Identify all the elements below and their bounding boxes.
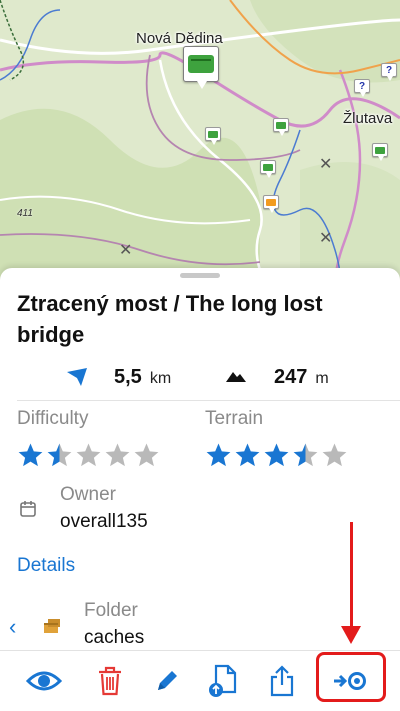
navigation-arrow-icon [67,368,87,386]
star-icon [18,443,43,467]
annotation-arrow [350,522,353,632]
cache-marker[interactable] [205,127,221,145]
road-number-label: 411 [17,208,33,219]
cache-marker[interactable] [263,195,279,213]
terrain-label: Terrain [205,408,264,429]
share-button[interactable] [262,661,302,701]
star-icon [76,443,101,467]
mystery-cache-marker[interactable]: ? [354,79,370,97]
distance-stat: 5,5 km [114,366,171,389]
cache-title: Ztracený most / The long lost bridge [17,291,323,347]
map-town-label: Nová Dědina [136,30,223,47]
calendar-icon [20,501,36,517]
annotation-arrow-head [341,626,361,644]
owner-label: Owner [60,484,116,505]
difficulty-stars [17,442,160,469]
folder-value: caches [84,627,145,648]
details-link[interactable]: Details [17,555,75,577]
star-icon [293,443,318,467]
star-icon [47,443,72,467]
unavailable-cache-marker[interactable]: ✕ [319,154,332,174]
owner-value: overall135 [60,511,148,532]
star-icon [235,443,260,467]
cache-marker[interactable] [273,118,289,136]
map-view[interactable]: Nová Dědina Žlutava 411 ✕ ✕ ✕ ? ? [0,0,400,290]
distance-value: 5,5 [114,366,142,388]
cache-marker[interactable] [260,160,276,178]
annotation-highlight-box [316,652,386,702]
folder-label: Folder [84,600,138,621]
delete-button[interactable] [90,661,130,701]
star-icon [105,443,130,467]
folder-boxes-icon [44,619,60,633]
chevron-left-icon[interactable]: ‹ [9,614,16,640]
mountain-icon [226,372,246,382]
unavailable-cache-marker[interactable]: ✕ [319,228,332,248]
terrain-stars [205,442,348,469]
unavailable-cache-marker[interactable]: ✕ [119,240,132,260]
sheet-grabber[interactable] [180,273,220,278]
star-icon [206,443,231,467]
star-icon [322,443,347,467]
export-button[interactable] [203,661,243,701]
cache-detail-sheet: Ztracený most / The long lost bridge 5,5… [0,268,400,711]
divider [17,400,400,401]
elevation-stat: 247 m [274,366,329,389]
elevation-value: 247 [274,366,308,388]
star-icon [134,443,159,467]
file-upload-icon [209,664,237,697]
selected-cache-marker[interactable] [183,46,219,89]
pencil-icon [158,671,177,690]
share-icon [270,665,294,697]
map-town-label: Žlutava [343,110,393,127]
mystery-cache-marker[interactable]: ? [381,63,397,81]
cache-marker[interactable] [372,143,388,161]
distance-unit: km [149,370,172,387]
difficulty-label: Difficulty [17,408,89,429]
trash-icon [99,666,121,696]
star-icon [264,443,289,467]
edit-button[interactable] [147,661,187,701]
elevation-unit: m [315,370,329,387]
eye-icon [26,671,62,691]
show-on-map-button[interactable] [24,661,64,701]
